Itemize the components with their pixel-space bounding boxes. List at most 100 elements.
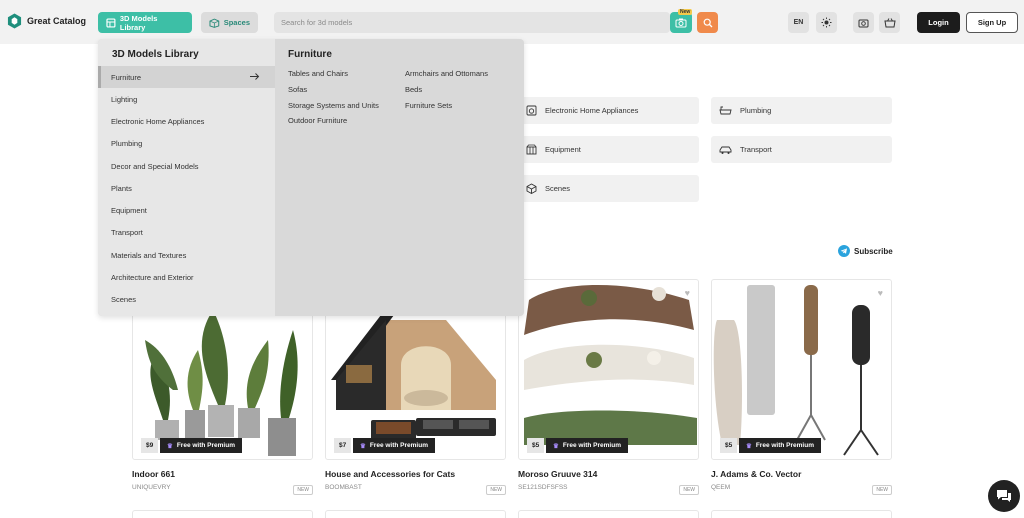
library-button[interactable]: 3D Models Library — [98, 12, 192, 33]
model-title[interactable]: J. Adams & Co. Vector — [711, 469, 892, 479]
new-badge: NEW — [486, 485, 506, 495]
new-badge: NEW — [872, 485, 892, 495]
bathtub-icon — [719, 106, 732, 114]
model-card-next[interactable] — [711, 510, 892, 518]
sofa-image — [524, 285, 697, 445]
spaces-button[interactable]: Spaces — [201, 12, 258, 33]
category-electronic-home-appliances[interactable]: Electronic Home Appliances — [518, 97, 699, 124]
model-thumbnail[interactable]: ♥ $5 ♛ Free with Premium — [711, 279, 892, 460]
dropdown-title: 3D Models Library — [112, 49, 199, 60]
spaces-button-label: Spaces — [223, 18, 250, 27]
login-button[interactable]: Login — [917, 12, 960, 33]
premium-label: Free with Premium — [755, 442, 814, 449]
image-upload-button[interactable] — [853, 12, 874, 33]
category-equipment[interactable]: Equipment — [518, 136, 699, 163]
model-card-next[interactable] — [325, 510, 506, 518]
new-badge: NEW — [293, 485, 313, 495]
category-label: Transport — [740, 145, 772, 154]
dropdown-item-scenes[interactable]: Scenes — [98, 288, 275, 310]
model-author[interactable]: UNIQUEVRY — [132, 484, 313, 491]
model-card-next[interactable] — [132, 510, 313, 518]
new-badge: NEW — [679, 485, 699, 495]
category-plumbing[interactable]: Plumbing — [711, 97, 892, 124]
image-search-button[interactable] — [670, 12, 692, 33]
dropdown-item-plumbing[interactable]: Plumbing — [98, 132, 275, 154]
equipment-icon — [526, 144, 537, 155]
dropdown-item-furniture[interactable]: Furniture — [98, 66, 275, 88]
crown-icon: ♛ — [360, 442, 366, 450]
dropdown-subcategory-title: Furniture — [288, 49, 332, 60]
category-label: Equipment — [545, 145, 581, 154]
subcategory-beds[interactable]: Beds — [405, 85, 422, 94]
subcategory-furniture-sets[interactable]: Furniture Sets — [405, 101, 452, 110]
category-transport[interactable]: Transport — [711, 136, 892, 163]
cube-icon — [526, 183, 537, 194]
language-selector[interactable]: EN — [788, 12, 809, 33]
premium-label: Free with Premium — [369, 442, 428, 449]
library-dropdown-menu: 3D Models Library Furniture Lighting Ele… — [98, 39, 524, 316]
subscribe-link[interactable]: Subscribe — [838, 245, 893, 257]
price-tag: $5 — [720, 438, 738, 453]
camera-icon — [675, 18, 687, 27]
photo-icon — [858, 19, 869, 27]
library-button-label: 3D Models Library — [119, 13, 158, 32]
appliance-icon — [526, 105, 537, 116]
price-tag: $5 — [527, 438, 545, 453]
dropdown-category-list: 3D Models Library Furniture Lighting Ele… — [98, 39, 275, 316]
arrow-right-icon — [250, 73, 260, 80]
category-scenes[interactable]: Scenes — [518, 175, 699, 202]
subcategory-armchairs[interactable]: Armchairs and Ottomans — [405, 69, 488, 78]
model-thumbnail[interactable]: ♥ $5 ♛ Free with Premium — [518, 279, 699, 460]
subcategory-outdoor[interactable]: Outdoor Furniture — [288, 116, 347, 125]
premium-badge: ♛ Free with Premium — [353, 438, 435, 453]
model-title[interactable]: House and Accessories for Cats — [325, 469, 506, 479]
car-icon — [719, 146, 732, 154]
dropdown-item-label: Furniture — [111, 72, 142, 82]
dropdown-item-materials[interactable]: Materials and Textures — [98, 244, 275, 266]
telegram-icon — [838, 245, 850, 257]
premium-badge: ♛ Free with Premium — [160, 438, 242, 453]
dropdown-item-equipment[interactable]: Equipment — [98, 199, 275, 221]
subcategory-storage[interactable]: Storage Systems and Units — [288, 101, 379, 110]
model-author[interactable]: SE121SDFSFSS — [518, 484, 699, 491]
spaces-icon — [209, 18, 220, 28]
new-badge: New — [678, 9, 693, 15]
model-author[interactable]: QEEM — [711, 484, 892, 491]
dropdown-item-transport[interactable]: Transport — [98, 221, 275, 243]
crown-icon: ♛ — [553, 442, 559, 450]
search-button[interactable] — [697, 12, 718, 33]
subcategory-sofas[interactable]: Sofas — [288, 85, 307, 94]
model-author[interactable]: BOOMBAST — [325, 484, 506, 491]
logo[interactable]: Great Catalog — [7, 13, 86, 29]
theme-toggle[interactable] — [816, 12, 837, 33]
heart-icon[interactable]: ♥ — [685, 288, 690, 298]
model-title[interactable]: Indoor 661 — [132, 469, 313, 479]
heart-icon[interactable]: ♥ — [878, 288, 883, 298]
price-tag: $7 — [334, 438, 352, 453]
premium-badge: ♛ Free with Premium — [739, 438, 821, 453]
top-header: Great Catalog 3D Models Library Spaces N… — [0, 0, 1024, 44]
subscribe-label: Subscribe — [854, 246, 893, 256]
dropdown-item-decor[interactable]: Decor and Special Models — [98, 155, 275, 177]
dropdown-item-plants[interactable]: Plants — [98, 177, 275, 199]
library-icon — [106, 17, 116, 28]
dropdown-item-architecture[interactable]: Architecture and Exterior — [98, 266, 275, 288]
price-tag: $9 — [141, 438, 159, 453]
sun-icon — [821, 17, 832, 28]
model-card[interactable]: ♥ $5 ♛ Free with Premium J. Adams & Co. V… — [711, 279, 892, 495]
category-label: Scenes — [545, 184, 571, 193]
model-card[interactable]: ♥ $5 ♛ Free with Premium Moroso Gruuve 31… — [518, 279, 699, 495]
chat-button[interactable] — [988, 480, 1020, 512]
crown-icon: ♛ — [167, 442, 173, 450]
dropdown-item-lighting[interactable]: Lighting — [98, 88, 275, 110]
subcategory-tables-chairs[interactable]: Tables and Chairs — [288, 69, 348, 78]
dropdown-item-electronic-home-appliances[interactable]: Electronic Home Appliances — [98, 110, 275, 132]
signup-button[interactable]: Sign Up — [966, 12, 1018, 33]
cart-button[interactable] — [879, 12, 900, 33]
logo-text: Great Catalog — [27, 16, 87, 26]
model-card-next[interactable] — [518, 510, 699, 518]
category-label: Plumbing — [740, 106, 772, 115]
model-title[interactable]: Moroso Gruuve 314 — [518, 469, 699, 479]
search-input[interactable] — [274, 12, 670, 33]
crown-icon: ♛ — [746, 442, 752, 450]
